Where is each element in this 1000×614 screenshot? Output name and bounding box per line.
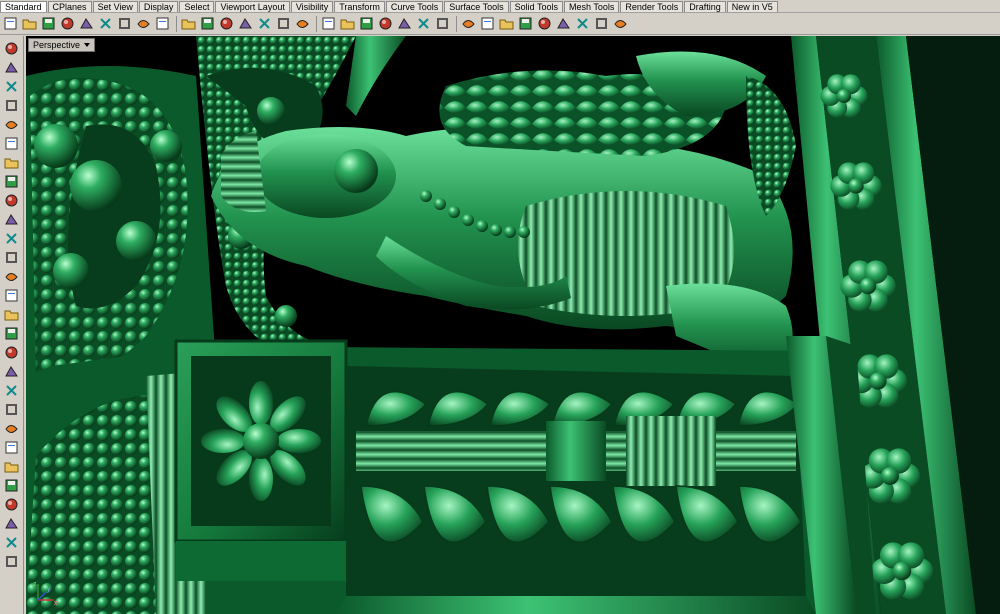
tab-new-in-v5[interactable]: New in V5 bbox=[726, 1, 778, 12]
tab-drafting[interactable]: Drafting bbox=[684, 1, 726, 12]
cut-icon[interactable] bbox=[97, 15, 114, 32]
world-axes-icon: z y x bbox=[33, 581, 58, 606]
panel-flower-carving bbox=[201, 381, 321, 501]
boolean-icon[interactable] bbox=[3, 324, 21, 342]
new-file-icon[interactable] bbox=[2, 15, 19, 32]
four-viewports-icon[interactable] bbox=[320, 15, 337, 32]
open-folder-icon[interactable] bbox=[21, 15, 38, 32]
mesh-icon[interactable] bbox=[3, 343, 21, 361]
perspective-viewport[interactable]: Perspective z y x bbox=[26, 36, 1000, 614]
array-icon[interactable] bbox=[3, 514, 21, 532]
chevron-down-icon[interactable] bbox=[84, 43, 91, 47]
grid-snap-icon[interactable] bbox=[358, 15, 375, 32]
standard-toolbar bbox=[0, 13, 1000, 35]
rotate-view-icon[interactable] bbox=[199, 15, 216, 32]
arc-icon[interactable] bbox=[3, 115, 21, 133]
tab-mesh-tools[interactable]: Mesh Tools bbox=[563, 1, 620, 12]
viewport-title: Perspective bbox=[33, 40, 81, 50]
material-sphere-icon[interactable] bbox=[498, 15, 515, 32]
points-on-icon[interactable] bbox=[377, 15, 394, 32]
layer-icon[interactable] bbox=[574, 15, 591, 32]
circle-icon[interactable] bbox=[3, 96, 21, 114]
tab-curve-tools[interactable]: Curve Tools bbox=[385, 1, 444, 12]
zoom-extents-icon[interactable] bbox=[256, 15, 273, 32]
point-icon[interactable] bbox=[3, 39, 21, 57]
cylinder-icon[interactable] bbox=[3, 305, 21, 323]
viewport-title-tab[interactable]: Perspective bbox=[28, 38, 96, 52]
text-icon[interactable] bbox=[3, 476, 21, 494]
import-icon[interactable] bbox=[78, 15, 95, 32]
select-icon[interactable] bbox=[396, 15, 413, 32]
options-icon[interactable] bbox=[593, 15, 610, 32]
undo-icon[interactable] bbox=[154, 15, 171, 32]
3d-model-render[interactable] bbox=[26, 36, 1000, 614]
tab-surface-tools[interactable]: Surface Tools bbox=[444, 1, 509, 12]
cplane-icon[interactable] bbox=[339, 15, 356, 32]
left-vertical-toolbar bbox=[0, 36, 24, 614]
help-icon[interactable] bbox=[612, 15, 629, 32]
shaded-icon[interactable] bbox=[434, 15, 451, 32]
toolbar-separator bbox=[456, 15, 457, 32]
rectangle-icon[interactable] bbox=[3, 172, 21, 190]
transform-icon[interactable] bbox=[3, 362, 21, 380]
trim-icon[interactable] bbox=[3, 438, 21, 456]
axis-label-x: x bbox=[54, 600, 58, 606]
sphere-icon[interactable] bbox=[3, 286, 21, 304]
join-icon[interactable] bbox=[3, 400, 21, 418]
split-icon[interactable] bbox=[3, 457, 21, 475]
lock-icon[interactable] bbox=[3, 552, 21, 570]
paste-icon[interactable] bbox=[135, 15, 152, 32]
sun-icon[interactable] bbox=[555, 15, 572, 32]
tab-transform[interactable]: Transform bbox=[334, 1, 385, 12]
toolbar-tab-strip: Standard CPlanes Set View Display Select View… bbox=[0, 0, 1000, 13]
ellipse-icon[interactable] bbox=[3, 134, 21, 152]
dimension-icon[interactable] bbox=[3, 495, 21, 513]
tab-cplanes[interactable]: CPlanes bbox=[47, 1, 92, 12]
rhino-window: Standard CPlanes Set View Display Select View… bbox=[0, 0, 1000, 614]
undo-view-icon[interactable] bbox=[294, 15, 311, 32]
axis-label-y: y bbox=[47, 586, 51, 593]
zoom-window-icon[interactable] bbox=[237, 15, 254, 32]
save-icon[interactable] bbox=[40, 15, 57, 32]
polygon-icon[interactable] bbox=[3, 153, 21, 171]
wireframe-icon[interactable] bbox=[415, 15, 432, 32]
leaf-column-band bbox=[336, 366, 816, 614]
solid-box-icon[interactable] bbox=[3, 267, 21, 285]
color-wheel-icon[interactable] bbox=[479, 15, 496, 32]
pan-hand-icon[interactable] bbox=[180, 15, 197, 32]
tab-visibility[interactable]: Visibility bbox=[290, 1, 334, 12]
surface-icon[interactable] bbox=[3, 229, 21, 247]
move-icon[interactable] bbox=[3, 381, 21, 399]
extrude-icon[interactable] bbox=[3, 248, 21, 266]
curve-icon[interactable] bbox=[3, 77, 21, 95]
fillet-curve-icon[interactable] bbox=[3, 191, 21, 209]
tab-render-tools[interactable]: Render Tools bbox=[620, 1, 684, 12]
env-sphere-icon[interactable] bbox=[536, 15, 553, 32]
print-icon[interactable] bbox=[59, 15, 76, 32]
explode-icon[interactable] bbox=[3, 419, 21, 437]
tab-standard[interactable]: Standard bbox=[0, 1, 47, 12]
offset-icon[interactable] bbox=[3, 210, 21, 228]
tab-viewport-layout[interactable]: Viewport Layout bbox=[215, 1, 290, 12]
render-icon[interactable] bbox=[460, 15, 477, 32]
copy-icon[interactable] bbox=[116, 15, 133, 32]
toolbar-separator bbox=[316, 15, 317, 32]
axis-label-z: z bbox=[33, 581, 37, 588]
zoom-selected-icon[interactable] bbox=[275, 15, 292, 32]
tab-display[interactable]: Display bbox=[138, 1, 179, 12]
zoom-icon[interactable] bbox=[218, 15, 235, 32]
group-icon[interactable] bbox=[3, 533, 21, 551]
tab-set-view[interactable]: Set View bbox=[92, 1, 138, 12]
tab-select[interactable]: Select bbox=[179, 1, 215, 12]
toolbar-separator bbox=[176, 15, 177, 32]
polyline-icon[interactable] bbox=[3, 58, 21, 76]
tab-solid-tools[interactable]: Solid Tools bbox=[509, 1, 563, 12]
render-sphere-icon[interactable] bbox=[517, 15, 534, 32]
